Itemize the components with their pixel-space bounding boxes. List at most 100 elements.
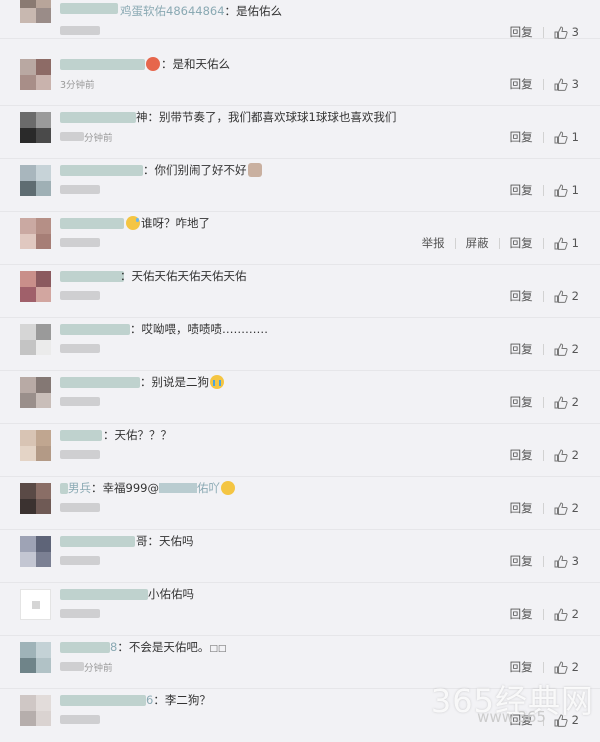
divider [542, 343, 544, 355]
comment-row: 鸡蛋软佑48644864：是佑佑么 回复 3 [0, 0, 600, 39]
like-button[interactable]: 3 [554, 25, 579, 39]
like-count: 2 [571, 501, 579, 515]
reply-button[interactable]: 回复 [510, 659, 533, 675]
comment-actions: 回复 2 [510, 395, 579, 409]
thumbs-up-icon [554, 554, 568, 568]
username-blurred[interactable] [60, 430, 102, 441]
comment-actions: 回复 2 [510, 607, 579, 621]
thumbs-up-icon [554, 660, 568, 674]
avatar[interactable] [20, 430, 51, 461]
comment-actions: 回复 1 [510, 130, 579, 144]
username-blurred[interactable] [60, 642, 110, 653]
reply-button[interactable]: 回复 [510, 394, 533, 410]
report-button[interactable]: 举报 [422, 235, 445, 251]
username-blurred[interactable] [60, 165, 143, 176]
username-blurred[interactable] [60, 3, 118, 14]
avatar[interactable] [20, 324, 51, 355]
timestamp-blurred [60, 132, 84, 141]
like-count: 2 [571, 289, 579, 303]
sweat-smile-emoji-icon [126, 216, 140, 230]
username-partial[interactable]: 鸡蛋软佑48644864 [120, 4, 225, 18]
timestamp: 分钟前 [84, 663, 113, 674]
divider [542, 502, 544, 514]
avatar[interactable] [20, 642, 51, 673]
missing-glyphs: □□ [209, 644, 227, 654]
username-blurred[interactable] [60, 377, 140, 388]
thumbs-up-icon [554, 501, 568, 515]
comment-row: ：天佑？？？ 回复 2 [0, 424, 600, 477]
avatar[interactable] [20, 695, 51, 726]
comment-text: 鸡蛋软佑48644864：是佑佑么 [120, 4, 283, 18]
avatar[interactable] [20, 112, 51, 143]
username-blurred[interactable] [60, 483, 68, 494]
thumbs-up-icon [554, 77, 568, 91]
username-blurred[interactable] [60, 271, 124, 282]
reply-button[interactable]: 回复 [510, 182, 533, 198]
avatar[interactable] [20, 59, 51, 90]
username-blurred[interactable] [60, 112, 136, 123]
avatar[interactable] [20, 0, 51, 23]
reply-button[interactable]: 回复 [510, 341, 533, 357]
username-blurred[interactable] [60, 218, 124, 229]
like-count: 1 [571, 130, 579, 144]
like-count: 2 [571, 342, 579, 356]
avatar[interactable] [20, 271, 51, 302]
reply-button[interactable]: 回复 [510, 288, 533, 304]
reply-button[interactable]: 回复 [510, 235, 533, 251]
comment-text: 神：别带节奏了，我们都喜欢球球1球球也喜欢我们 [136, 110, 397, 124]
like-button[interactable]: 2 [554, 660, 579, 674]
like-button[interactable]: 2 [554, 607, 579, 621]
reply-button[interactable]: 回复 [510, 24, 533, 40]
username-blurred[interactable] [60, 695, 146, 706]
comment-text: ：你们别闹了好不好 [143, 162, 263, 178]
thumbs-up-icon [554, 236, 568, 250]
comment-row: 男兵：幸福999@ 佑吖 回复 2 [0, 477, 600, 530]
avatar[interactable] [20, 165, 51, 196]
like-button[interactable]: 2 [554, 448, 579, 462]
avatar[interactable] [20, 536, 51, 567]
avatar[interactable] [20, 589, 51, 620]
comment-actions: 举报 屏蔽 回复 1 [422, 236, 579, 250]
thumbs-up-icon [554, 130, 568, 144]
reply-button[interactable]: 回复 [510, 447, 533, 463]
like-button[interactable]: 1 [554, 183, 579, 197]
comment-actions: 回复 2 [510, 660, 579, 674]
reply-button[interactable]: 回复 [510, 606, 533, 622]
reply-button[interactable]: 回复 [510, 553, 533, 569]
comment-text: 8：不会是天佑吧。□□ [110, 640, 227, 654]
like-button[interactable]: 2 [554, 501, 579, 515]
thumbs-up-icon [554, 183, 568, 197]
username-blurred[interactable] [60, 536, 135, 547]
divider [542, 396, 544, 408]
crying-emoji-icon [210, 375, 224, 389]
like-button[interactable]: 3 [554, 77, 579, 91]
comment-actions: 回复 1 [510, 183, 579, 197]
like-count: 2 [571, 607, 579, 621]
username-blurred[interactable] [60, 324, 130, 335]
like-button[interactable]: 2 [554, 289, 579, 303]
comment-text: 谁呀？咋地了 [125, 215, 210, 231]
avatar[interactable] [20, 218, 51, 249]
reply-button[interactable]: 回复 [510, 76, 533, 92]
reply-button[interactable]: 回复 [510, 129, 533, 145]
timestamp-blurred [60, 450, 100, 459]
comment-text: ：是和天佑么 [145, 56, 230, 72]
username-blurred[interactable] [60, 59, 145, 70]
username-partial[interactable]: 男兵 [68, 481, 91, 495]
mention-blurred[interactable] [158, 483, 197, 493]
timestamp-blurred [60, 185, 100, 194]
like-button[interactable]: 3 [554, 554, 579, 568]
timestamp-blurred [60, 344, 100, 353]
avatar[interactable] [20, 483, 51, 514]
divider [542, 290, 544, 302]
like-count: 3 [571, 25, 579, 39]
avatar[interactable] [20, 377, 51, 408]
like-button[interactable]: 1 [554, 236, 579, 250]
username-blurred[interactable] [60, 589, 148, 600]
block-button[interactable]: 屏蔽 [466, 235, 489, 251]
like-button[interactable]: 2 [554, 342, 579, 356]
like-button[interactable]: 2 [554, 395, 579, 409]
divider [542, 26, 544, 38]
reply-button[interactable]: 回复 [510, 500, 533, 516]
like-button[interactable]: 1 [554, 130, 579, 144]
